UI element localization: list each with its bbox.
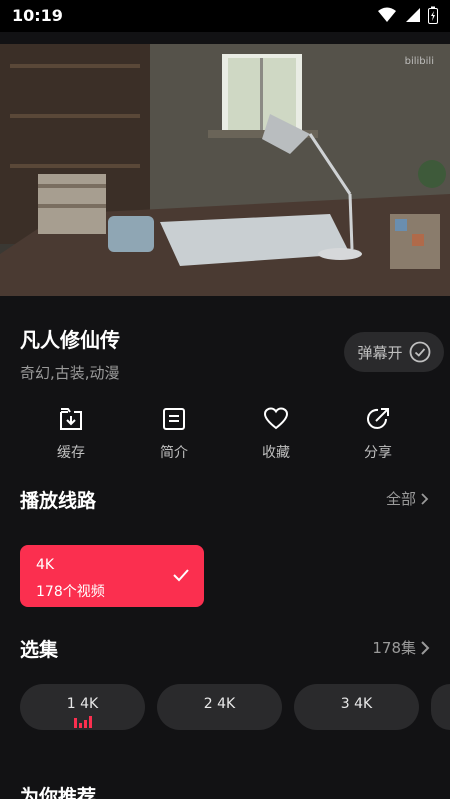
download-icon [60, 408, 82, 430]
episodes-section-title: 选集 [20, 639, 59, 661]
danmaku-toggle-button[interactable]: 弹幕开 [344, 332, 444, 372]
video-player[interactable]: bilibili [0, 44, 450, 296]
video-frame [0, 44, 450, 296]
recommend-section-title: 为你推荐 [20, 786, 97, 799]
routes-section-title: 播放线路 [20, 490, 97, 512]
episode-chip[interactable]: 3 4K [294, 684, 419, 730]
intro-button[interactable]: 简介 [144, 404, 204, 462]
chevron-right-icon [421, 492, 429, 505]
routes-all-link[interactable]: 全部 [386, 488, 430, 509]
battery-icon [428, 6, 438, 24]
status-time: 10:19 [12, 6, 63, 25]
action-bar: 缓存 简介 收藏 分享 [20, 404, 430, 464]
status-icons [378, 6, 438, 24]
cache-label: 缓存 [57, 445, 85, 461]
show-title: 凡人修仙传 [20, 328, 120, 352]
episodes-count-label: 178集 [372, 639, 416, 657]
favorite-label: 收藏 [262, 445, 290, 461]
signal-icon [406, 8, 420, 22]
episode-chip[interactable]: 2 4K [157, 684, 282, 730]
episode-label: 2 4K [203, 696, 236, 712]
status-bar: 10:19 [0, 0, 450, 32]
danmaku-label: 弹幕开 [357, 343, 403, 362]
routes-all-label: 全部 [385, 490, 416, 508]
episode-chip-partial[interactable] [431, 684, 450, 730]
share-icon [367, 408, 389, 429]
share-button[interactable]: 分享 [348, 404, 408, 462]
episodes-all-link[interactable]: 178集 [372, 637, 430, 658]
episode-label: 1 4K [66, 696, 99, 712]
now-playing-icon [74, 716, 92, 728]
check-icon [173, 569, 189, 582]
episode-label: 3 4K [340, 696, 373, 712]
show-tags: 奇幻,古装,动漫 [20, 364, 120, 382]
intro-label: 简介 [160, 445, 188, 461]
episode-chip[interactable]: 1 4K [20, 684, 145, 730]
route-name: 4K [36, 557, 55, 573]
favorite-button[interactable]: 收藏 [246, 404, 306, 462]
route-count: 178个视频 [36, 584, 105, 600]
share-label: 分享 [364, 445, 392, 461]
check-circle-icon [409, 341, 430, 363]
heart-icon [263, 407, 289, 430]
chevron-right-icon [421, 640, 430, 655]
cache-button[interactable]: 缓存 [41, 404, 101, 462]
route-card-4k[interactable]: 4K 178个视频 [20, 545, 204, 607]
bilibili-watermark: bilibili [404, 56, 434, 67]
document-icon [163, 408, 185, 430]
wifi-icon [378, 7, 396, 22]
episode-list: 1 4K 2 4K 3 4K [20, 684, 450, 730]
